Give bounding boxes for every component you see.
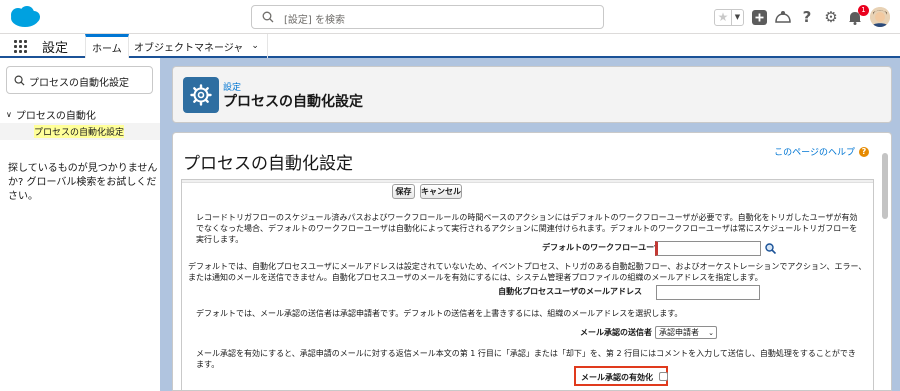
setup-button[interactable]: ⚙ [822,8,840,26]
sidebar-help-text: 探しているものが見つかりませんか? グローバル検索をお試しください。 [8,163,158,202]
approval-sender-select[interactable]: 承認申請者 ⌄ [655,326,717,339]
page-title: プロセスの自動化設定 [223,94,363,110]
favorites-button[interactable]: ★ ▼ [714,8,744,26]
setup-gear-tile [183,77,219,113]
setup-sidebar: プロセスの自動化設定 ∨ プロセスの自動化 プロセスの自動化設定 探しているもの… [0,58,160,391]
favorites-star-icon: ★ [717,9,729,24]
chevron-down-icon: ∨ [6,110,12,119]
workflow-user-description: レコードトリガフローのスケジュール済みパスおよびワークフロールールの時間ベースの… [196,213,858,244]
settings-form: 保存 キャンセル レコードトリガフローのスケジュール済みパスおよびワークフロール… [181,179,874,390]
trailhead-icon [775,11,791,23]
sidebar-item-process-automation-settings[interactable]: プロセスの自動化設定 [0,123,160,140]
search-icon [262,11,274,23]
auto-process-email-label: 自動化プロセスユーザのメールアドレス [498,287,642,296]
approval-sender-description: デフォルトでは、メール承認の送信者は承認申請者です。デフォルトの送信者を上書きす… [196,309,683,318]
global-header: [設定] を検索 ★ ▼ ? ⚙ 1 [0,0,900,34]
auto-process-email-input[interactable] [656,285,760,300]
page-help-link[interactable]: このページのヘルプ ? [774,145,869,158]
lookup-search-icon[interactable] [765,243,776,254]
default-workflow-user-label: デフォルトのワークフローユーザ [542,243,662,252]
settings-panel: プロセスの自動化設定 このページのヘルプ ? 保存 キャンセル レコードトリガフ… [172,132,892,391]
tab-home[interactable]: ホーム [85,34,129,58]
settings-title: プロセスの自動化設定 [183,154,353,174]
page-header: 設定 プロセスの自動化設定 [172,66,892,123]
enable-email-approval-checkbox[interactable] [659,372,668,381]
quick-find-input[interactable]: プロセスの自動化設定 [6,66,153,94]
quick-find-value: プロセスの自動化設定 [29,78,129,89]
tab-object-manager-label: オブジェクトマネージャ [134,42,244,54]
gear-icon: ⚙ [824,8,838,26]
global-search-input[interactable]: [設定] を検索 [251,5,604,29]
chevron-down-icon: ⌄ [708,329,714,337]
tab-object-manager[interactable]: オブジェクトマネージャ ⌄ [126,34,268,58]
approval-sender-label: メール承認の送信者 [580,328,652,337]
enable-email-approval-label: メール承認の有効化 [581,373,653,382]
email-approval-description: メール承認を有効にすると、承認申請のメールに対する返信メール本文の第 1 行目に… [196,349,856,369]
cancel-button[interactable]: キャンセル [420,184,462,199]
notifications-button[interactable]: 1 [846,5,869,26]
salesforce-cloud-logo[interactable] [8,5,42,29]
approval-sender-value: 承認申請者 [659,328,699,337]
scrollbar-thumb[interactable] [882,153,888,219]
app-navigation-bar: 設定 ホーム オブジェクトマネージャ ⌄ [0,34,900,58]
chevron-down-icon[interactable]: ⌄ [251,41,259,51]
search-icon [14,75,25,86]
sidebar-item-label: プロセスの自動化 [15,111,96,122]
sidebar-item-label: プロセスの自動化設定 [34,125,125,138]
form-topbar [182,180,873,183]
app-launcher-icon[interactable] [14,40,27,53]
save-button[interactable]: 保存 [392,184,415,199]
global-actions-button[interactable] [750,8,768,26]
auto-process-email-description: デフォルトでは、自動化プロセスユーザにメールアドレスは設定されていないため、イベ… [188,262,867,282]
notification-badge: 1 [858,5,869,16]
help-icon: ? [802,8,812,26]
trailhead-button[interactable] [774,8,792,26]
search-placeholder: [設定] を検索 [284,15,345,26]
tab-home-label: ホーム [92,44,122,55]
default-workflow-user-input[interactable] [655,241,761,256]
add-icon [751,9,767,25]
gear-icon [190,84,212,106]
chevron-down-icon[interactable]: ▼ [731,9,743,25]
help-link-label: このページのヘルプ [774,148,855,158]
app-name: 設定 [42,41,69,56]
question-icon: ? [859,146,869,157]
help-button[interactable]: ? [798,8,816,26]
avatar[interactable] [870,7,890,27]
sidebar-item-process-automation[interactable]: ∨ プロセスの自動化 [6,107,96,122]
